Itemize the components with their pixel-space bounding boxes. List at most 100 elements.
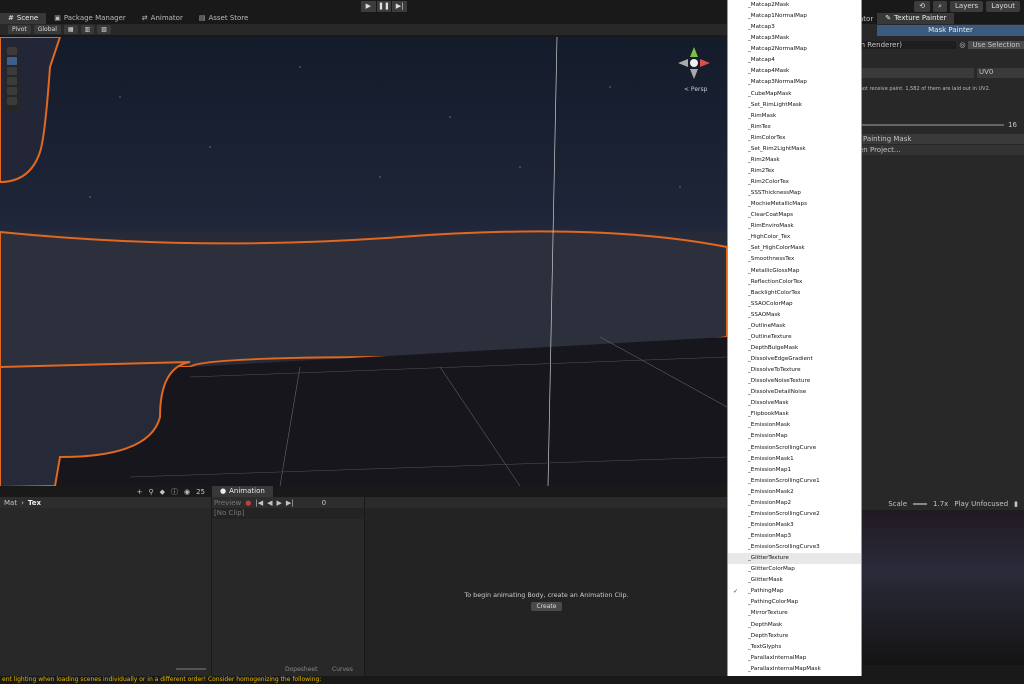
dropdown-item[interactable]: _EmissionMap3 — [728, 531, 861, 542]
dropdown-item[interactable]: _ParallaxInternalMap — [728, 653, 861, 664]
play-anim-icon[interactable]: ▶ — [277, 499, 282, 507]
dropdown-item[interactable]: _DepthMask — [728, 620, 861, 631]
dropdown-item[interactable]: _MetallicGlossMap — [728, 266, 861, 277]
dropdown-item[interactable]: _GlitterTexture — [728, 553, 861, 565]
dropdown-item[interactable]: _GlitterColorMap — [728, 564, 861, 575]
play-button[interactable]: ▶ — [361, 1, 376, 12]
grid-snap-icon[interactable]: ▦ — [63, 25, 78, 34]
transform-tool-icon[interactable] — [7, 97, 17, 105]
dropdown-item[interactable]: _Matcap1NormalMap — [728, 11, 861, 22]
breadcrumb-tex[interactable]: Tex — [28, 499, 41, 507]
layout-dropdown[interactable]: Layout — [986, 1, 1020, 12]
material-dropdown[interactable] — [855, 68, 974, 78]
prev-key-icon[interactable]: ◀ — [267, 499, 272, 507]
play-mode-dropdown[interactable]: Play Unfocused — [954, 500, 1008, 508]
dropdown-item[interactable]: _Rim2Tex — [728, 166, 861, 177]
dropdown-item[interactable]: _HighColor_Tex — [728, 232, 861, 243]
dropdown-item[interactable]: _GlitterMask — [728, 575, 861, 586]
target-icon[interactable]: ◎ — [959, 41, 965, 49]
dropdown-item[interactable]: _DepthTexture — [728, 631, 861, 642]
dropdown-item[interactable]: _MochieMetallicMaps — [728, 199, 861, 210]
tab-animation[interactable]: ● Animation — [212, 486, 273, 497]
pause-button[interactable]: ❚❚ — [376, 1, 392, 12]
use-selection-button[interactable]: Use Selection — [968, 40, 1024, 49]
dropdown-item[interactable]: _Set_Rim2LightMask — [728, 144, 861, 155]
rect-tool-icon[interactable] — [7, 87, 17, 95]
hand-tool-icon[interactable] — [7, 47, 17, 55]
mask-painter-button[interactable]: Mask Painter — [877, 25, 1024, 36]
curves-tab[interactable]: Curves — [332, 666, 353, 673]
dropdown-item[interactable]: _Matcap2NormalMap — [728, 44, 861, 55]
dropdown-item[interactable]: _SmoothnessTex — [728, 254, 861, 265]
dropdown-item[interactable]: _Set_HighColorMask — [728, 243, 861, 254]
info-icon[interactable]: ⓘ — [171, 487, 178, 497]
dropdown-item[interactable]: _EmissionMap — [728, 431, 861, 442]
preview-toggle[interactable]: Preview — [214, 499, 241, 507]
history-icon[interactable]: ⟲ — [914, 1, 931, 12]
next-key-icon[interactable]: ▶| — [286, 499, 294, 507]
dropdown-item[interactable]: _EmissionMask1 — [728, 454, 861, 465]
clip-select[interactable]: [No Clip] — [212, 508, 364, 519]
scale-slider[interactable] — [913, 503, 928, 505]
zoom-slider[interactable] — [176, 668, 206, 670]
renderer-field[interactable]: sh Renderer) — [855, 40, 957, 49]
timeline-ruler[interactable] — [365, 497, 728, 508]
dropdown-item[interactable]: _EmissionMask2 — [728, 487, 861, 498]
visibility-icon[interactable]: ◉ — [184, 488, 190, 496]
dropdown-item[interactable]: _TextGlyphs — [728, 642, 861, 653]
dropdown-item[interactable]: _RimMask — [728, 111, 861, 122]
filter-icon[interactable]: ⚲ — [148, 488, 153, 496]
dropdown-item[interactable]: _EmissionScrollingCurve3 — [728, 542, 861, 553]
dropdown-item[interactable]: _SSSThicknessMap — [728, 188, 861, 199]
rotate-tool-icon[interactable] — [7, 67, 17, 75]
status-bar-message[interactable]: ent lighting when loading scenes individ… — [0, 676, 1024, 684]
dropdown-item[interactable]: _Matcap3 — [728, 22, 861, 33]
search-icon[interactable]: ⌕ — [933, 1, 948, 12]
snap-settings-icon[interactable]: ▧ — [97, 25, 111, 34]
global-dropdown[interactable]: Global — [33, 25, 61, 34]
dropdown-item[interactable]: _RimTex — [728, 122, 861, 133]
dropdown-item[interactable]: _Rim2Mask — [728, 155, 861, 166]
dropdown-item[interactable]: _OutlineTexture — [728, 332, 861, 343]
dropdown-item[interactable]: _EmissionScrollingCurve — [728, 443, 861, 454]
dropdown-item[interactable]: _DissolveNoiseTexture — [728, 376, 861, 387]
tab-package-manager[interactable]: ▣ Package Manager — [46, 13, 134, 24]
tab-asset-store[interactable]: ▤ Asset Store — [191, 13, 257, 24]
dropdown-item[interactable]: _DissolveToTexture — [728, 365, 861, 376]
dropdown-item[interactable]: _RimEnviroMask — [728, 221, 861, 232]
tag-icon[interactable]: ◆ — [160, 488, 165, 496]
dopesheet-tab[interactable]: Dopesheet — [285, 666, 317, 673]
dropdown-item[interactable]: _EmissionMap1 — [728, 465, 861, 476]
frame-field[interactable]: 0 — [322, 499, 326, 507]
dropdown-item[interactable]: _Matcap4Mask — [728, 66, 861, 77]
dropdown-item[interactable]: _DissolveMask — [728, 398, 861, 409]
increment-snap-icon[interactable]: ▥ — [80, 25, 95, 34]
dropdown-item[interactable]: _Matcap4 — [728, 55, 861, 66]
dropdown-item[interactable]: _DepthBulgeMask — [728, 343, 861, 354]
create-clip-button[interactable]: Create — [530, 602, 563, 611]
dropdown-item[interactable]: _MirrorTexture — [728, 608, 861, 619]
axis-gizmo[interactable] — [678, 47, 710, 79]
dropdown-item[interactable]: _EmissionScrollingCurve1 — [728, 476, 861, 487]
dropdown-item[interactable]: _Rim2ColorTex — [728, 177, 861, 188]
breadcrumb-mat[interactable]: Mat — [4, 499, 17, 507]
dropdown-item[interactable]: _EmissionScrollingCurve2 — [728, 509, 861, 520]
dropdown-item[interactable]: _PathingMap ✓ — [728, 586, 861, 597]
tab-texture-painter[interactable]: ✎ Texture Painter — [877, 13, 955, 24]
uv-dropdown[interactable]: UV0 — [977, 68, 1024, 78]
brush-size-value[interactable]: 16 — [1008, 121, 1024, 129]
dropdown-item[interactable]: _SSAOMask — [728, 310, 861, 321]
scene-viewport[interactable]: < Persp — [0, 37, 727, 486]
scale-tool-icon[interactable] — [7, 77, 17, 85]
mute-icon[interactable]: ▮ — [1014, 500, 1018, 508]
dropdown-item[interactable]: _Set_RimLightMask — [728, 100, 861, 111]
painting-mask-button[interactable]: Painting Mask — [855, 134, 1024, 144]
dropdown-item[interactable]: _OutlineMask — [728, 321, 861, 332]
dropdown-item[interactable]: _Matcap2Mask — [728, 0, 861, 11]
tab-scene[interactable]: # Scene — [0, 13, 47, 24]
layers-dropdown[interactable]: Layers — [950, 1, 984, 12]
persp-label[interactable]: < Persp — [684, 86, 708, 93]
dropdown-item[interactable]: _Matcap3Mask — [728, 33, 861, 44]
dropdown-item[interactable]: _DissolveDetailNoise — [728, 387, 861, 398]
dropdown-item[interactable]: _EmissionMask — [728, 420, 861, 431]
